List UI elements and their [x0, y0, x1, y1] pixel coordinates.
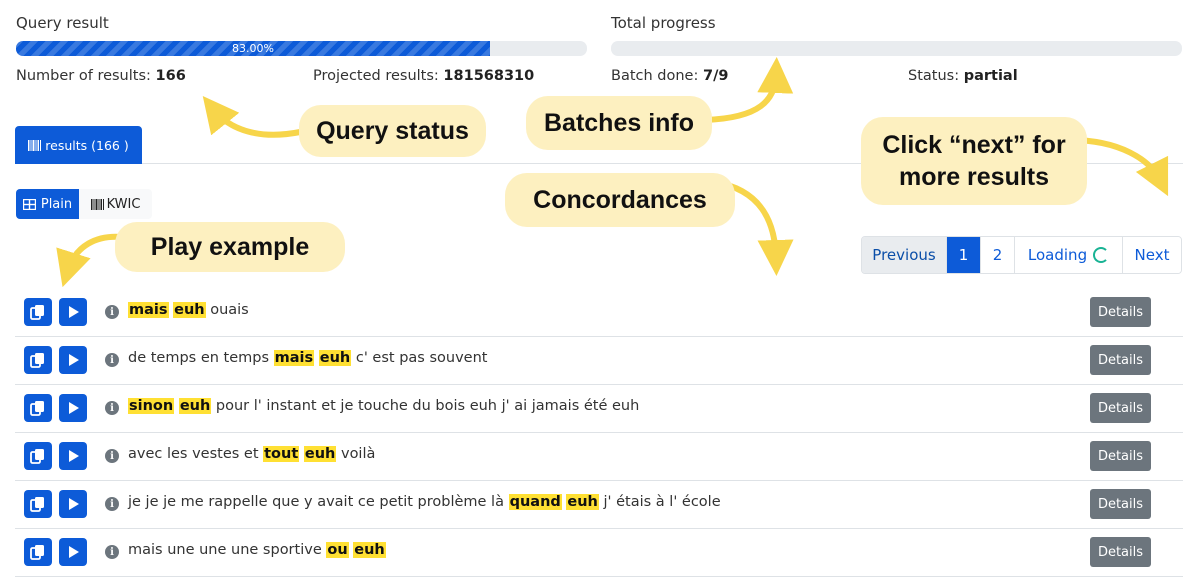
callout-query-status: Query status	[299, 105, 486, 157]
callout-click-next-line1: Click “next” for	[882, 130, 1066, 159]
callout-concordances: Concordances	[505, 173, 735, 227]
batches-info-arrow	[702, 57, 794, 123]
query-status-arrow	[202, 95, 303, 138]
callout-batches-info: Batches info	[526, 96, 712, 150]
callout-click-next: Click “next” for more results	[861, 117, 1087, 205]
callout-click-next-line2: more results	[898, 163, 1050, 191]
annotation-arrows	[56, 57, 1169, 288]
callout-play-example: Play example	[115, 222, 345, 272]
